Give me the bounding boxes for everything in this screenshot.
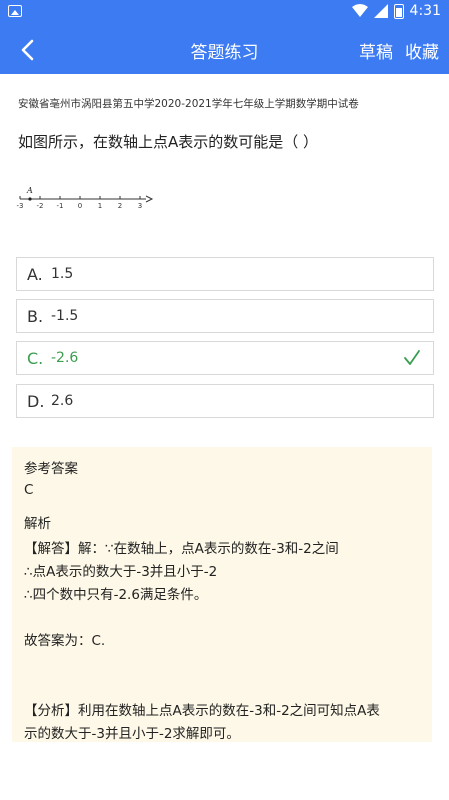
solution-line-2: ∴点A表示的数大于-3并且小于-2 [24,564,218,580]
analysis-line-1: 【分析】利用在数轴上点A表示的数在-3和-2之间可知点A表 [24,703,380,719]
option-c[interactable]: C. -2.6 [16,341,434,375]
solution-conclusion: 故答案为：C. [24,633,106,649]
tick-label: 1 [98,202,102,210]
image-notification-icon [8,5,22,17]
reference-answer-value: C [24,482,34,498]
solution-line-1: 【解答】解：∵在数轴上，点A表示的数在-3和-2之间 [24,541,339,557]
option-a[interactable]: A. 1.5 [16,257,434,291]
tick-label: -3 [17,202,24,210]
option-d[interactable]: D. 2.6 [16,384,434,418]
option-letter: C. [27,348,44,368]
option-text: 1.5 [51,266,74,282]
option-text: -2.6 [51,350,79,366]
wifi-icon [351,4,368,17]
tick-label: 3 [138,202,142,210]
analysis-label: 解析 [24,516,51,532]
app-bar: 答题练习 草稿 收藏 [0,26,449,74]
tick-label: -1 [57,202,64,210]
tick-label: 0 [78,202,82,210]
option-text: 2.6 [51,393,74,409]
tick-label: 2 [118,202,122,210]
option-b[interactable]: B. -1.5 [16,299,434,333]
header-actions: 草稿 收藏 [359,38,439,63]
favorite-button[interactable]: 收藏 [405,38,439,63]
analysis-line-2: 示的数大于-3并且小于-2求解即可。 [24,726,240,742]
status-time: 4:31 [409,3,441,19]
question-text: 如图所示，在数轴上点A表示的数可能是（ ） [18,133,319,151]
checkmark-icon [404,350,420,365]
number-line-figure: -3 -2 -1 0 1 2 3 A [17,186,154,210]
option-text: -1.5 [51,308,79,324]
point-a-label: A [26,186,33,195]
reference-answer-label: 参考答案 [24,461,78,477]
question-source: 安徽省亳州市涡阳县第五中学2020-2021学年七年级上学期数学期中试卷 [18,98,359,110]
signal-icon [373,4,388,18]
option-letter: D. [27,391,45,411]
option-letter: A. [27,264,43,284]
draft-button[interactable]: 草稿 [359,38,393,63]
status-bar: 4:31 [0,0,449,26]
battery-icon [393,3,404,19]
option-letter: B. [27,306,44,326]
number-line-arrow [145,195,154,203]
answer-panel: 参考答案 C 解析 【解答】解：∵在数轴上，点A表示的数在-3和-2之间 ∴点A… [12,447,432,742]
status-indicators: 4:31 [351,3,441,19]
point-a-marker [28,197,32,201]
tick-label: -2 [37,202,44,210]
solution-line-3: ∴四个数中只有-2.6满足条件。 [24,587,208,603]
number-line-ticks: -3 -2 -1 0 1 2 3 [17,196,142,210]
